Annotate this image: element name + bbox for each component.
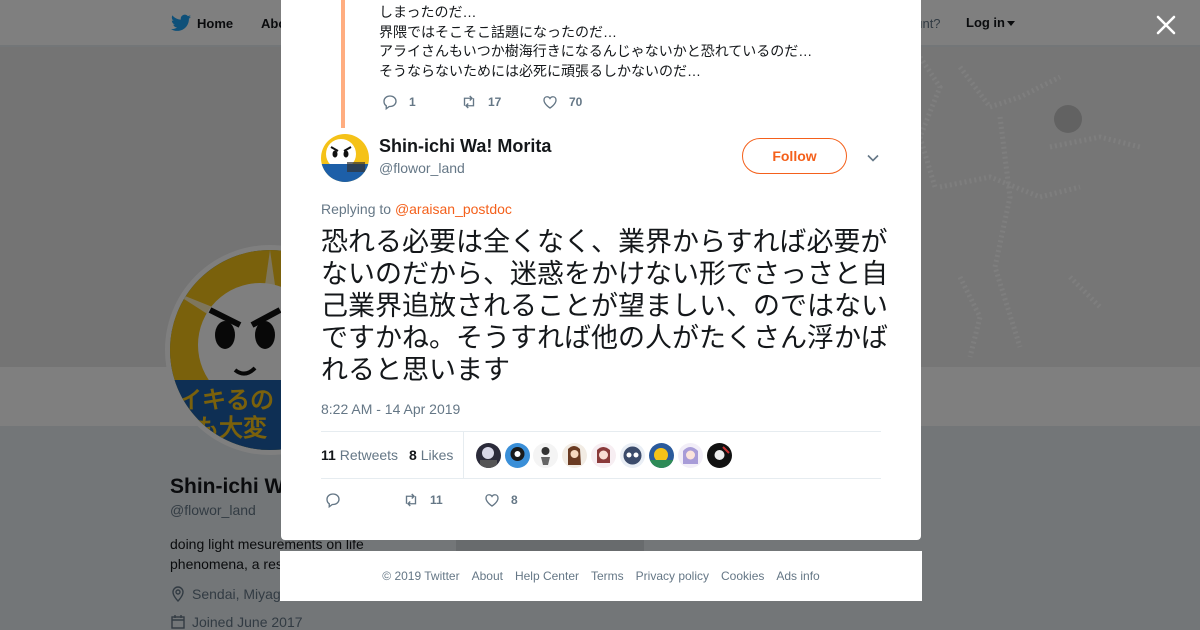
previous-tweet-line: 界隈ではそこそこ話題になったのだ… [379,23,617,40]
like-count: 8 [511,493,518,507]
replying-to-line: Replying to @araisan_postdoc [321,201,512,217]
liker-avatar[interactable] [620,443,645,468]
stats-divider [463,432,464,478]
heart-icon [485,494,499,507]
footer-link-help-center[interactable]: Help Center [515,569,579,583]
replying-to-label: Replying to [321,201,392,217]
footer-copyright: © 2019 Twitter [382,569,460,583]
heart-icon [543,96,557,109]
previous-like-button[interactable]: 70 [541,93,582,111]
like-button[interactable]: 8 [483,491,518,509]
tweet-permalink-modal: しまったのだ… 界隈ではそこそこ話題になったのだ… アライさんもいつか樹海行きに… [281,0,921,540]
previous-tweet-line: アライさんもいつか樹海行きになるんじゃないかと恐れているのだ… [379,43,813,59]
tweet-author-name[interactable]: Shin-ichi Wa! Morita [379,136,551,157]
previous-tweet-text: しまったのだ… 界隈ではそこそこ話題になったのだ… アライさんもいつか樹海行きに… [379,3,812,81]
previous-reply-button[interactable]: 1 [381,93,416,111]
retweet-count: 11 [430,493,443,507]
likes-stat[interactable]: 8 Likes [409,447,453,463]
reply-icon [383,95,397,111]
previous-like-count: 70 [569,95,583,109]
reply-button[interactable] [324,491,352,509]
previous-retweet-count: 17 [488,95,502,109]
footer-link-terms[interactable]: Terms [591,569,624,583]
replying-to-mention[interactable]: @araisan_postdoc [395,201,512,217]
retweet-icon [405,493,417,507]
footer-link-about[interactable]: About [472,569,503,583]
tweet-stats: 11 Retweets 8 Likes [321,431,881,479]
retweets-count: 11 [321,447,336,463]
previous-retweet-button[interactable]: 17 [460,93,501,111]
reply-icon [326,493,340,509]
liker-avatar[interactable] [476,443,501,468]
liker-avatar[interactable] [505,443,530,468]
conversation-thread-line [341,0,345,128]
footer: © 2019 Twitter About Help Center Terms P… [280,551,922,601]
liker-avatar[interactable] [707,443,732,468]
retweets-label: Retweets [339,447,399,463]
tweet-author-avatar[interactable] [321,134,369,182]
author-avatar-image [321,134,369,182]
liker-avatar[interactable] [562,443,587,468]
retweet-icon [463,95,475,109]
footer-link-cookies[interactable]: Cookies [721,569,764,583]
previous-reply-count: 1 [409,95,416,109]
retweets-stat[interactable]: 11 Retweets [321,447,398,463]
close-icon[interactable] [1154,13,1178,37]
liker-avatar[interactable] [533,443,558,468]
previous-tweet-line: しまったのだ… [379,4,477,20]
footer-link-ads-info[interactable]: Ads info [776,569,819,583]
liker-avatar[interactable] [591,443,616,468]
tweet-author-handle[interactable]: @flowor_land [379,160,465,176]
retweet-button[interactable]: 11 [402,491,443,509]
liker-avatar[interactable] [678,443,703,468]
follow-button[interactable]: Follow [742,138,847,174]
previous-tweet-line: そうならないためには必死に頑張るしかないのだ… [379,62,701,79]
chevron-down-icon[interactable] [865,150,881,166]
likes-count: 8 [409,447,417,463]
liker-avatar[interactable] [649,443,674,468]
tweet-timestamp[interactable]: 8:22 AM - 14 Apr 2019 [321,401,460,417]
footer-link-privacy[interactable]: Privacy policy [636,569,709,583]
likes-label: Likes [420,447,454,463]
tweet-text: 恐れる必要は全くなく、業界からすれば必要がないのだから、迷惑をかけない形でさっさ… [321,227,888,385]
